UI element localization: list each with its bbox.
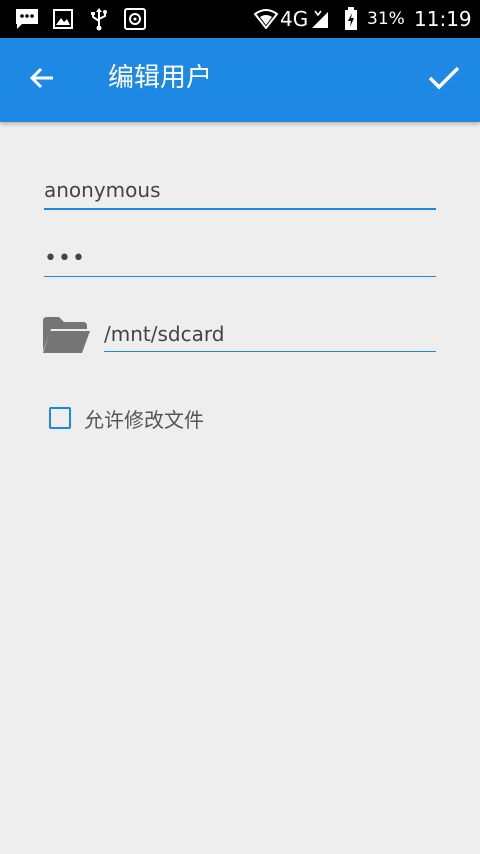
password-input[interactable]: [44, 240, 436, 276]
username-input[interactable]: [44, 172, 436, 208]
username-field[interactable]: [44, 172, 436, 210]
folder-icon: [41, 315, 91, 359]
arrow-left-icon: [28, 64, 56, 96]
network-type: 4G: [280, 7, 309, 31]
page-title: 编辑用户: [108, 63, 213, 93]
settings-app-icon: [124, 7, 146, 31]
folder-button[interactable]: [40, 316, 92, 358]
wifi-icon: [254, 7, 278, 31]
allow-modify-checkbox[interactable]: [49, 407, 71, 429]
confirm-button[interactable]: [414, 50, 474, 110]
check-icon: [427, 64, 461, 96]
allow-modify-label: 允许修改文件: [84, 407, 204, 432]
path-field[interactable]: [104, 316, 436, 352]
clock: 11:19: [414, 7, 472, 31]
image-icon: [53, 7, 73, 31]
back-button[interactable]: [14, 52, 70, 108]
battery-level: 31%: [367, 9, 405, 29]
usb-icon: [88, 7, 110, 31]
status-bar: 4G 31% 11:19: [0, 0, 480, 38]
allow-modify-checkbox-row[interactable]: 允许修改文件: [46, 400, 204, 436]
app-bar: 编辑用户: [0, 38, 480, 122]
signal-icon: [310, 7, 330, 31]
path-input[interactable]: [104, 316, 436, 351]
message-icon: [14, 7, 40, 31]
battery-icon: [342, 7, 360, 31]
password-field[interactable]: [44, 240, 436, 277]
